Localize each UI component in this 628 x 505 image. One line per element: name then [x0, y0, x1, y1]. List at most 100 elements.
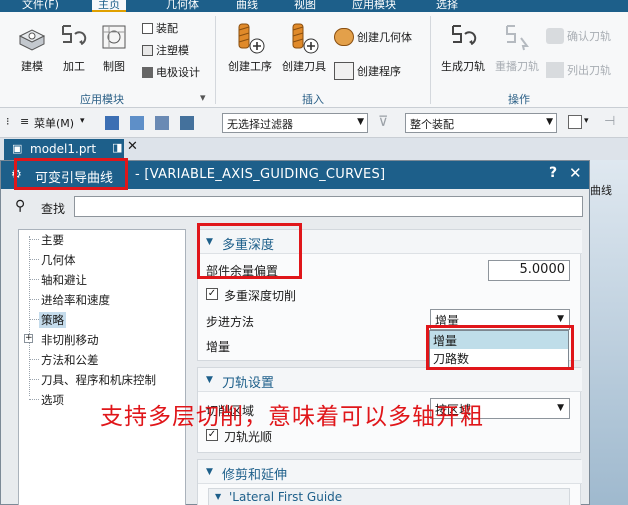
generate-toolpath-label: 生成刀轨	[441, 60, 485, 73]
tree-line	[29, 319, 39, 320]
list-toolpath-label: 列出刀轨	[567, 64, 611, 77]
tree-item-strategy[interactable]: 策略	[39, 312, 66, 328]
filter-icon[interactable]: ⊽	[378, 114, 388, 130]
menu-select[interactable]: 选择	[436, 0, 458, 12]
multi-depth-cut-checkbox[interactable]: ✓	[206, 288, 218, 300]
tab-pin-icon[interactable]: ◨	[112, 141, 122, 154]
tree-item-tool-program-machine[interactable]: 刀具、程序和机床控制	[41, 372, 156, 388]
drafting-button[interactable]: 制图	[98, 20, 130, 74]
toolpath-settings-header[interactable]: ▼ 刀轨设置	[198, 368, 582, 392]
help-button[interactable]: ?	[549, 165, 557, 181]
snap-settings-icon[interactable]	[568, 115, 582, 129]
increment-label: 增量	[206, 340, 231, 354]
tree-line	[29, 359, 39, 360]
create-program-label: 创建程序	[357, 65, 401, 78]
tree-item-geometry[interactable]: 几何体	[41, 252, 76, 268]
tab-model1-label: model1.prt	[30, 142, 97, 156]
menu-curve[interactable]: 曲线	[236, 0, 258, 12]
app-group-label: 应用模块	[80, 93, 124, 106]
chevron-down-icon: ▼	[557, 314, 564, 324]
tab-model1[interactable]: ▣ model1.prt	[4, 139, 124, 160]
tree-item-non-cutting[interactable]: 非切削移动	[41, 332, 99, 348]
program-order-view-icon[interactable]	[105, 116, 119, 130]
modeling-button[interactable]: 建模	[14, 20, 50, 74]
modeling-icon	[18, 29, 46, 51]
trim-extend-header[interactable]: ▼ 修剪和延伸	[198, 460, 582, 484]
create-program-icon	[334, 62, 354, 80]
tree-item-axis-avoidance[interactable]: 轴和避让	[41, 272, 87, 288]
app-group-dropdown-icon[interactable]: ▾	[200, 91, 206, 104]
part-icon: ▣	[12, 142, 23, 155]
assembly-scope-value: 整个装配	[410, 118, 454, 131]
create-operation-label: 创建工序	[228, 60, 272, 73]
collapse-triangle-icon: ▼	[206, 375, 213, 385]
mold-button[interactable]: 注塑模	[142, 42, 189, 58]
create-operation-button[interactable]: 创建工序	[226, 20, 274, 74]
method-view-icon[interactable]	[180, 116, 194, 130]
chevron-down-icon[interactable]: ▾	[584, 116, 589, 126]
expand-plus-icon[interactable]: +	[24, 334, 33, 343]
create-geometry-button[interactable]: 创建几何体	[334, 28, 412, 46]
geometry-view-icon[interactable]	[155, 116, 169, 130]
drafting-icon	[102, 25, 126, 49]
electrode-button[interactable]: 电极设计	[142, 64, 200, 80]
tree-item-method-tolerance[interactable]: 方法和公差	[41, 352, 99, 368]
tree-line	[29, 399, 39, 400]
create-tool-button[interactable]: 创建刀具	[280, 20, 328, 74]
menu-file[interactable]: 文件(F)	[22, 0, 59, 12]
binoculars-icon: ⚲	[15, 198, 26, 214]
menu-button[interactable]: 菜单(M)	[34, 115, 74, 131]
electrode-label: 电极设计	[156, 66, 200, 79]
verify-toolpath-icon	[546, 28, 564, 44]
menu-bar: 文件(F) 主页 几何体 曲线 视图 应用模块 选择	[0, 0, 628, 12]
selection-filter-combo[interactable]: 无选择过滤器 ▼	[222, 113, 368, 133]
replay-toolpath-icon	[506, 25, 529, 51]
menu-icon: ≡	[20, 115, 30, 128]
find-input[interactable]	[74, 196, 583, 217]
highlight-box-dialog-title	[14, 158, 128, 190]
menu-applications[interactable]: 应用模块	[352, 0, 396, 12]
generate-toolpath-button[interactable]: 生成刀轨	[438, 20, 488, 74]
toolpath-settings-title: 刀轨设置	[222, 376, 275, 391]
manufacturing-button[interactable]: 加工	[58, 20, 90, 74]
verify-toolpath-button[interactable]: 确认刀轨	[546, 28, 611, 44]
list-toolpath-button[interactable]: 列出刀轨	[546, 62, 611, 78]
menu-chevron-down-icon[interactable]: ▾	[80, 116, 85, 126]
insert-group-label: 插入	[302, 93, 324, 106]
create-tool-label: 创建刀具	[282, 60, 326, 73]
create-program-button[interactable]: 创建程序	[334, 62, 401, 80]
create-geometry-icon	[334, 28, 354, 46]
tree-line	[29, 379, 39, 380]
assembly-button[interactable]: 装配	[142, 20, 178, 36]
part-stock-offset-input[interactable]: 5.0000	[488, 260, 570, 281]
document-tab-bar: ▣ model1.prt ◨ ✕	[0, 138, 628, 160]
tree-item-main[interactable]: 主要	[41, 232, 64, 248]
close-button[interactable]: ✕	[569, 164, 582, 182]
collapse-triangle-icon: ▼	[215, 492, 222, 501]
manufacturing-label: 加工	[63, 60, 85, 73]
menu-view[interactable]: 视图	[294, 0, 316, 12]
tree-line	[29, 259, 39, 260]
tree-line	[29, 279, 39, 280]
collapse-triangle-icon: ▼	[206, 467, 213, 477]
replay-toolpath-button[interactable]: 重播刀轨	[492, 20, 542, 74]
manufacturing-icon	[62, 25, 87, 45]
lateral-first-guide-header[interactable]: ▼ 'Lateral First Guide	[208, 488, 570, 505]
lateral-first-guide-title: 'Lateral First Guide	[229, 490, 343, 504]
find-label: 查找	[41, 202, 66, 216]
snap-icon[interactable]: ⊣	[604, 114, 615, 129]
generate-toolpath-icon	[452, 25, 477, 45]
machine-tool-view-icon[interactable]	[130, 116, 144, 130]
menu-geometry[interactable]: 几何体	[166, 0, 199, 12]
tree-item-feeds-speeds[interactable]: 进给率和速度	[41, 292, 110, 308]
tab-close-icon[interactable]: ✕	[127, 139, 138, 154]
assembly-scope-combo[interactable]: 整个装配 ▼	[405, 113, 557, 133]
tree-item-options[interactable]: 选项	[41, 392, 64, 408]
graphics-window[interactable]: 曲线	[586, 160, 628, 505]
group-separator	[430, 16, 431, 104]
part-stock-offset-value: 5.0000	[519, 262, 566, 277]
list-toolpath-icon	[546, 62, 564, 78]
menu-home[interactable]: 主页	[92, 0, 126, 12]
multi-depth-cut-label: 多重深度切削	[224, 289, 297, 303]
selection-toolbar: ⁝ ≡ 菜单(M) ▾ 无选择过滤器 ▼ ⊽ 整个装配 ▼ ▾ ⊣	[0, 108, 628, 138]
